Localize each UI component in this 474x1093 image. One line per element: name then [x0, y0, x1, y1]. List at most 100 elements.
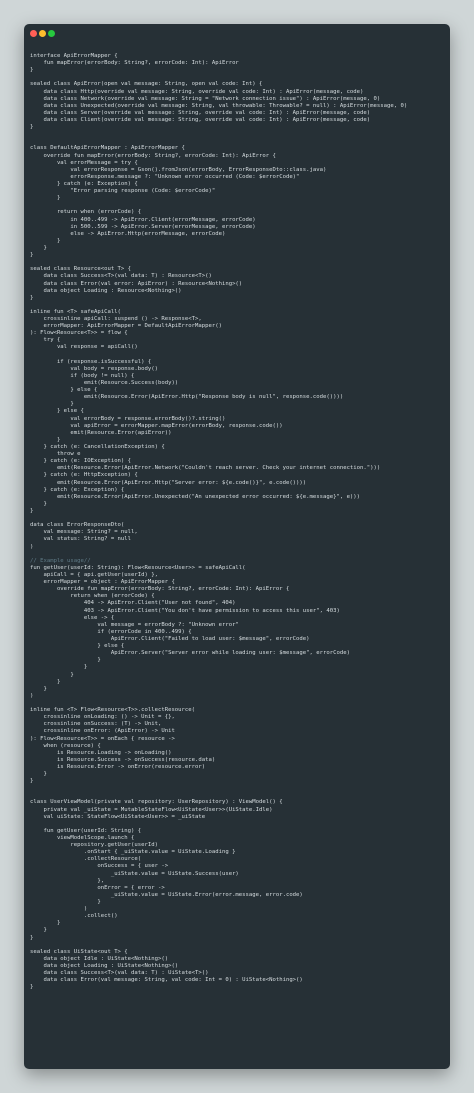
code-line: } — [30, 124, 34, 131]
code-line: repository.getUser(userId) — [30, 842, 158, 849]
code-line: val errorBody = response.errorBody()?.st… — [30, 415, 226, 422]
close-button[interactable] — [30, 30, 37, 37]
code-line: } — [30, 778, 34, 785]
code-line: _uiState.value = UiState.Success(user) — [30, 870, 239, 877]
code-line: val response = apiCall() — [30, 344, 138, 351]
code-line: sealed class UiState<out T> { — [30, 948, 128, 955]
code-line: emit(Resource.Error(ApiError.Network("Co… — [30, 465, 381, 472]
code-line: val uiState: StateFlow<UiState<User>> = … — [30, 813, 206, 820]
code-line: 403 -> ApiError.Client("You don't have p… — [30, 607, 340, 614]
code-line: class UserViewModel(private val reposito… — [30, 799, 283, 806]
code-line: apiCall = { api.getUser(userId) }, — [30, 571, 158, 578]
code-line: is Resource.Loading -> onLoading() — [30, 749, 172, 756]
code-line: .onStart { _uiState.value = UiState.Load… — [30, 849, 236, 856]
code-line: } — [30, 671, 74, 678]
maximize-button[interactable] — [48, 30, 55, 37]
code-line: } else { — [30, 408, 84, 415]
code-line: interface ApiErrorMapper { — [30, 53, 118, 59]
code-line: try { — [30, 337, 61, 344]
code-line: sealed class Resource<out T> { — [30, 266, 132, 273]
window-titlebar — [24, 24, 450, 44]
code-line: data object Loading : UiState<Nothing>() — [30, 963, 179, 969]
code-line: data class Http(override val message: St… — [30, 88, 364, 95]
code-line: ApiError.Server("Server error while load… — [30, 650, 350, 657]
code-line: // Example usage// — [30, 557, 91, 564]
code-line: if (body != null) { — [30, 372, 135, 379]
code-line: data class Error(val error: ApiError) : … — [30, 280, 243, 287]
code-line: private val _uiState = MutableStateFlow<… — [30, 806, 273, 813]
code-line: crossinline onError: (ApiError) -> Unit — [30, 728, 175, 735]
code-line: } — [30, 920, 61, 927]
code-line: } — [30, 67, 34, 74]
code-line: } catch (e: CancellationException) { — [30, 444, 165, 451]
code-line: fun getUser(userId: String) { — [30, 827, 142, 834]
code-line: "Error parsing response (Code: $errorCod… — [30, 188, 216, 195]
code-line: } — [30, 927, 47, 934]
code-line: ): Flow<Resource<T>> = onEach { resource… — [30, 735, 175, 742]
code-line: } catch (e: Exception) { — [30, 180, 138, 187]
code-line: return when (errorCode) { — [30, 593, 155, 600]
code-line: data object Loading : Resource<Nothing>(… — [30, 287, 182, 294]
code-line: data class ErrorResponseDto( — [30, 522, 125, 529]
code-line: ApiError.Client("Failed to load user: $m… — [30, 635, 310, 642]
code-line: viewModelScope.launch { — [30, 835, 135, 842]
code-line: val status: String? = null — [30, 536, 132, 543]
code-line: .collectResource( — [30, 856, 142, 863]
code-line: override fun mapError(errorBody: String?… — [30, 152, 276, 159]
code-line: errorMapper = object : ApiErrorMapper { — [30, 579, 175, 586]
code-line: inline fun <T> safeApiCall( — [30, 308, 121, 315]
code-line: if (response.isSuccessful) { — [30, 358, 152, 365]
code-line: errorResponse.message ?: "Unknown error … — [30, 173, 300, 180]
code-line: val message = errorBody ?: "Unknown erro… — [30, 621, 239, 628]
code-line: fun mapError(errorBody: String?, errorCo… — [30, 60, 239, 67]
code-line: inline fun <T> Flow<Resource<T>>.collect… — [30, 707, 196, 714]
code-line: val errorMessage = try { — [30, 159, 138, 166]
code-line: } — [30, 294, 34, 301]
code-line: emit(Resource.Error(apiError)) — [30, 429, 172, 436]
code-line: sealed class ApiError(open val message: … — [30, 81, 263, 88]
code-line: in 400..499 -> ApiError.Client(errorMess… — [30, 216, 256, 223]
code-line: } else { — [30, 643, 125, 650]
code-line: } — [30, 899, 101, 906]
code-line: } — [30, 195, 61, 202]
code-line: } — [30, 401, 74, 408]
code-line: throw e — [30, 451, 81, 458]
code-line: if (errorCode in 400..499) { — [30, 628, 192, 635]
code-line: ) — [30, 692, 34, 699]
code-line: val message: String? = null, — [30, 529, 138, 536]
code-line: } catch (e: Exception) { — [30, 486, 125, 493]
code-line: } — [30, 508, 34, 514]
code-line: 404 -> ApiError.Client("User not found",… — [30, 600, 236, 607]
minimize-button[interactable] — [39, 30, 46, 37]
code-line: data class Unexpected(override val messa… — [30, 102, 408, 109]
code-line: errorMapper: ApiErrorMapper = DefaultApi… — [30, 323, 222, 330]
code-line: } — [30, 771, 47, 778]
code-line: data class Success<T>(val data: T) : Res… — [30, 273, 212, 280]
code-line: data class Client(override val message: … — [30, 116, 371, 123]
code-line: ): Flow<Resource<T>> = flow { — [30, 330, 128, 337]
code-line: _uiState.value = UiState.Error(error.mes… — [30, 891, 303, 898]
code-line: } — [30, 244, 47, 251]
code-line: } — [30, 657, 101, 664]
code-line: data class Error(val message: String, va… — [30, 977, 303, 984]
code-line: override fun mapError(errorBody: String?… — [30, 586, 290, 593]
code-line: data object Idle : UiState<Nothing>() — [30, 955, 169, 962]
code-line: } — [30, 678, 61, 685]
code-line: is Resource.Error -> onError(resource.er… — [30, 763, 206, 770]
code-line: }, — [30, 877, 105, 884]
code-line: is Resource.Success -> onSuccess(resourc… — [30, 756, 216, 763]
code-block: interface ApiErrorMapper { fun mapError(… — [30, 53, 448, 991]
code-line: when (resource) { — [30, 742, 101, 749]
code-line: .collect() — [30, 913, 118, 920]
